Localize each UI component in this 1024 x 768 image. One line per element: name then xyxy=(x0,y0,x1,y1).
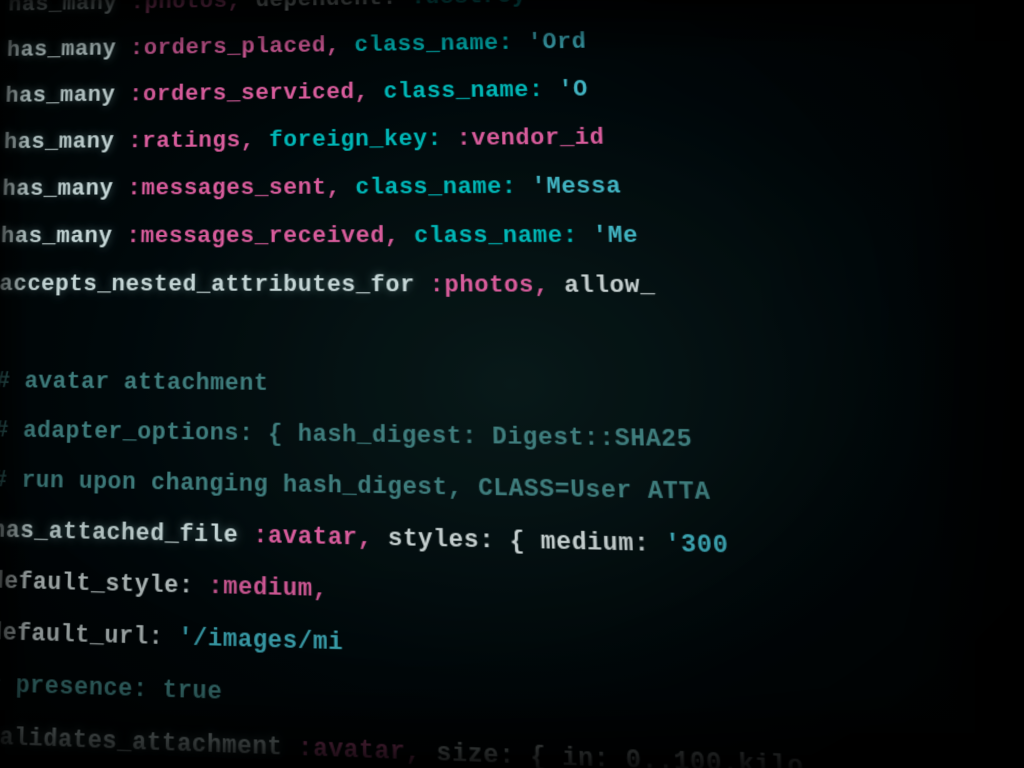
line-content: # adapter_options: { hash_digest: Digest… xyxy=(0,415,693,459)
code-area: has_many :photos, dependent: :destroy ha… xyxy=(0,0,1024,768)
line-content: # presence: true xyxy=(0,668,223,711)
code-editor: has_many :photos, dependent: :destroy ha… xyxy=(0,0,1024,768)
line-content: default_style: :medium, xyxy=(0,565,328,608)
line-content: has_many :orders_placed, class_name: 'Or… xyxy=(6,27,587,67)
line-content xyxy=(0,317,12,350)
line-content: # avatar attachment xyxy=(0,366,268,402)
line-number xyxy=(0,11,8,12)
code-line: has_many :messages_sent, class_name: 'Me… xyxy=(0,166,1024,220)
line-content: has_many :messages_sent, class_name: 'Me… xyxy=(2,171,622,206)
line-content: has_many :messages_received, class_name:… xyxy=(0,220,638,253)
line-content: has_many :orders_serviced, class_name: '… xyxy=(5,75,589,113)
line-content: has_many :photos, dependent: :destroy xyxy=(8,0,527,21)
line-content: # run upon changing hash_digest, CLASS=U… xyxy=(0,464,711,511)
code-line: has_many :ratings, foreign_key: :vendor_… xyxy=(0,115,1024,173)
line-content: accepts_nested_attributes_for :photos, a… xyxy=(0,269,656,304)
code-line: has_many :messages_received, class_name:… xyxy=(0,217,1024,269)
line-content: default_url: '/images/mi xyxy=(0,616,343,661)
line-content: has_many :ratings, foreign_key: :vendor_… xyxy=(3,123,605,159)
code-line: accepts_nested_attributes_for :photos, a… xyxy=(0,267,1024,321)
